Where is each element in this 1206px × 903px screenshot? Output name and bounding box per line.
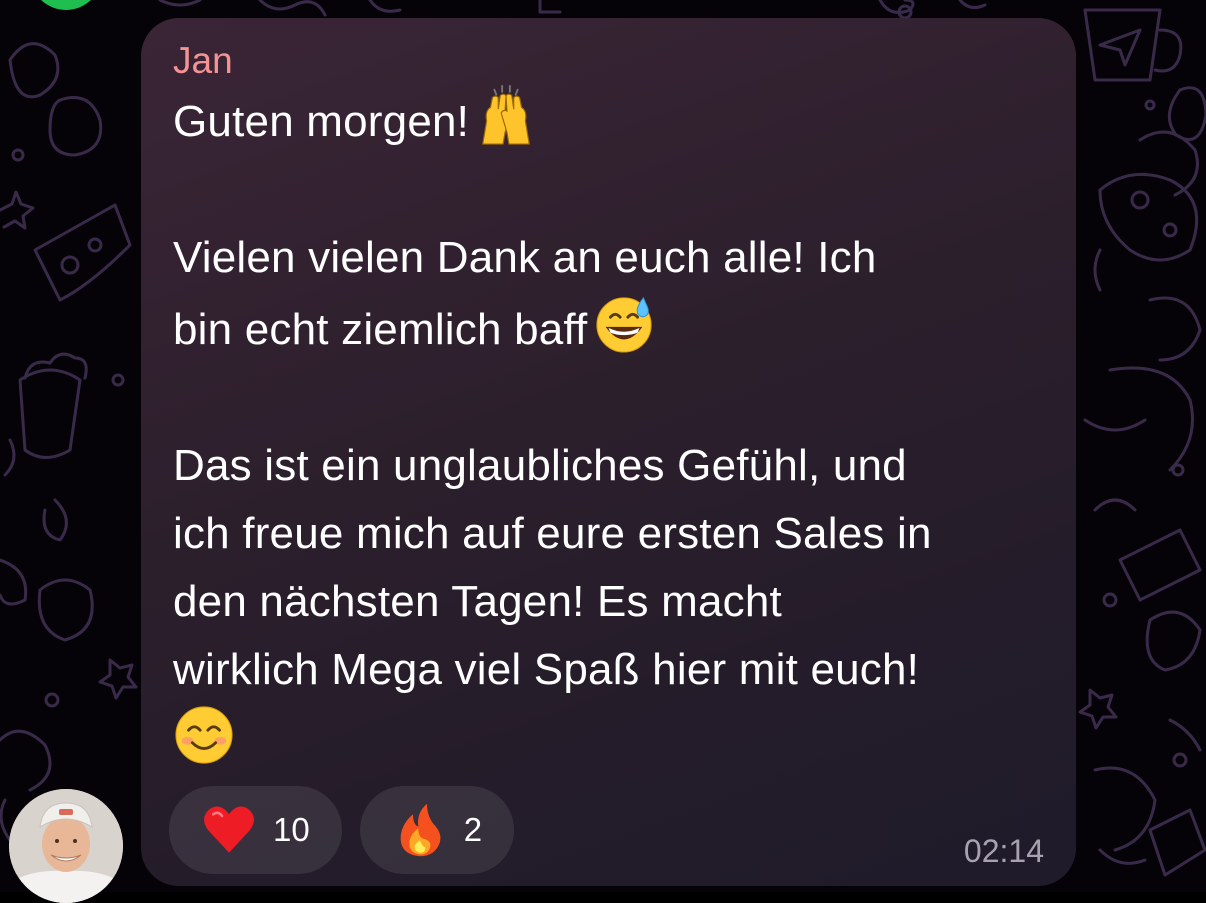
- message-line-text: wirklich Mega viel Spaß hier mit euch!: [173, 645, 920, 694]
- message-line-text: bin echt ziemlich baff: [173, 305, 588, 354]
- message-line: [173, 704, 1040, 776]
- message-line-text: ich freue mich auf eure ersten Sales in: [173, 509, 932, 558]
- avatar-portrait: [9, 789, 123, 903]
- sender-name[interactable]: Jan: [173, 38, 1040, 84]
- smiling-face-icon: [175, 706, 233, 764]
- message-line-text: den nächsten Tagen! Es macht: [173, 577, 782, 626]
- message-line: Vielen vielen Dank an euch alle! Ich: [173, 224, 1040, 292]
- reactions-bar: 10 2: [169, 786, 515, 874]
- message-line: Guten morgen!: [173, 84, 1040, 156]
- message-line: Das ist ein unglaubliches Gefühl, und: [173, 432, 1040, 500]
- reaction-count: 10: [273, 811, 310, 848]
- message-line: bin echt ziemlich baff: [173, 292, 1040, 364]
- message-line: wirklich Mega viel Spaß hier mit euch!: [173, 636, 1040, 704]
- message-line: den nächsten Tagen! Es macht: [173, 568, 1040, 636]
- reaction-count: 2: [463, 811, 483, 848]
- message-line-text: Das ist ein unglaubliches Gefühl, und: [173, 441, 907, 490]
- avatar[interactable]: [9, 789, 123, 903]
- reaction-heart[interactable]: 10: [169, 786, 342, 874]
- reaction-fire[interactable]: 2: [359, 786, 515, 874]
- heart-icon: [204, 806, 254, 853]
- message-text: Guten morgen! Vielen vielen Dank an euch…: [173, 84, 1040, 776]
- message-bubble[interactable]: Jan Guten morgen! Vielen vielen Dank an …: [141, 18, 1076, 886]
- grinning-sweat-icon: [596, 296, 653, 353]
- message-line-text: Vielen vielen Dank an euch alle! Ich: [173, 233, 877, 282]
- fire-icon: [400, 803, 441, 857]
- raising-hands-icon: [482, 84, 531, 145]
- message-line-text: Guten morgen!: [173, 97, 470, 146]
- message-timestamp: 02:14: [963, 833, 1044, 869]
- message-line: ich freue mich auf eure ersten Sales in: [173, 500, 1040, 568]
